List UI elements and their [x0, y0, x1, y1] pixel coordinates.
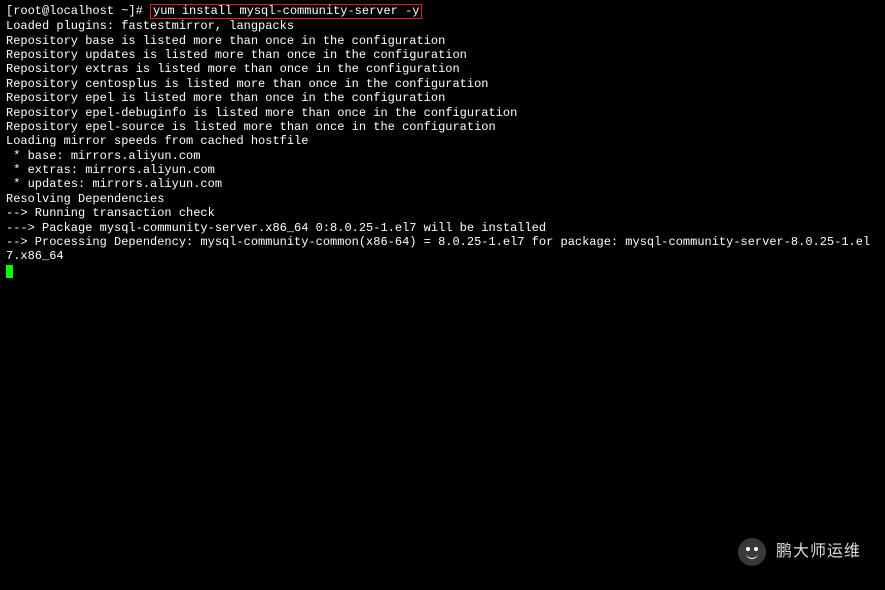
- terminal-line: Loaded plugins: fastestmirror, langpacks: [6, 19, 879, 33]
- terminal-output: Loaded plugins: fastestmirror, langpacks…: [6, 19, 879, 264]
- terminal-line: * updates: mirrors.aliyun.com: [6, 177, 879, 191]
- shell-prompt-line: [root@localhost ~]# yum install mysql-co…: [6, 4, 879, 19]
- terminal-line: Resolving Dependencies: [6, 192, 879, 206]
- terminal-line: Repository epel is listed more than once…: [6, 91, 879, 105]
- terminal-line: * base: mirrors.aliyun.com: [6, 149, 879, 163]
- terminal-line: --> Running transaction check: [6, 206, 879, 220]
- terminal-cursor-line: [6, 264, 879, 278]
- shell-command-highlighted: yum install mysql-community-server -y: [150, 4, 422, 19]
- shell-prompt: [root@localhost ~]#: [6, 4, 150, 18]
- terminal-line: * extras: mirrors.aliyun.com: [6, 163, 879, 177]
- terminal-line: Repository epel-debuginfo is listed more…: [6, 106, 879, 120]
- terminal-line: Repository base is listed more than once…: [6, 34, 879, 48]
- terminal-line: Repository centosplus is listed more tha…: [6, 77, 879, 91]
- watermark-text: 鹏大师运维: [776, 542, 861, 561]
- cursor-icon: [6, 265, 13, 278]
- terminal-line: Repository extras is listed more than on…: [6, 62, 879, 76]
- terminal-line: Repository updates is listed more than o…: [6, 48, 879, 62]
- watermark: 鹏大师运维: [738, 538, 861, 566]
- terminal-line: --> Processing Dependency: mysql-communi…: [6, 235, 879, 264]
- terminal-line: Repository epel-source is listed more th…: [6, 120, 879, 134]
- terminal-line: Loading mirror speeds from cached hostfi…: [6, 134, 879, 148]
- wechat-icon: [738, 538, 766, 566]
- terminal-line: ---> Package mysql-community-server.x86_…: [6, 221, 879, 235]
